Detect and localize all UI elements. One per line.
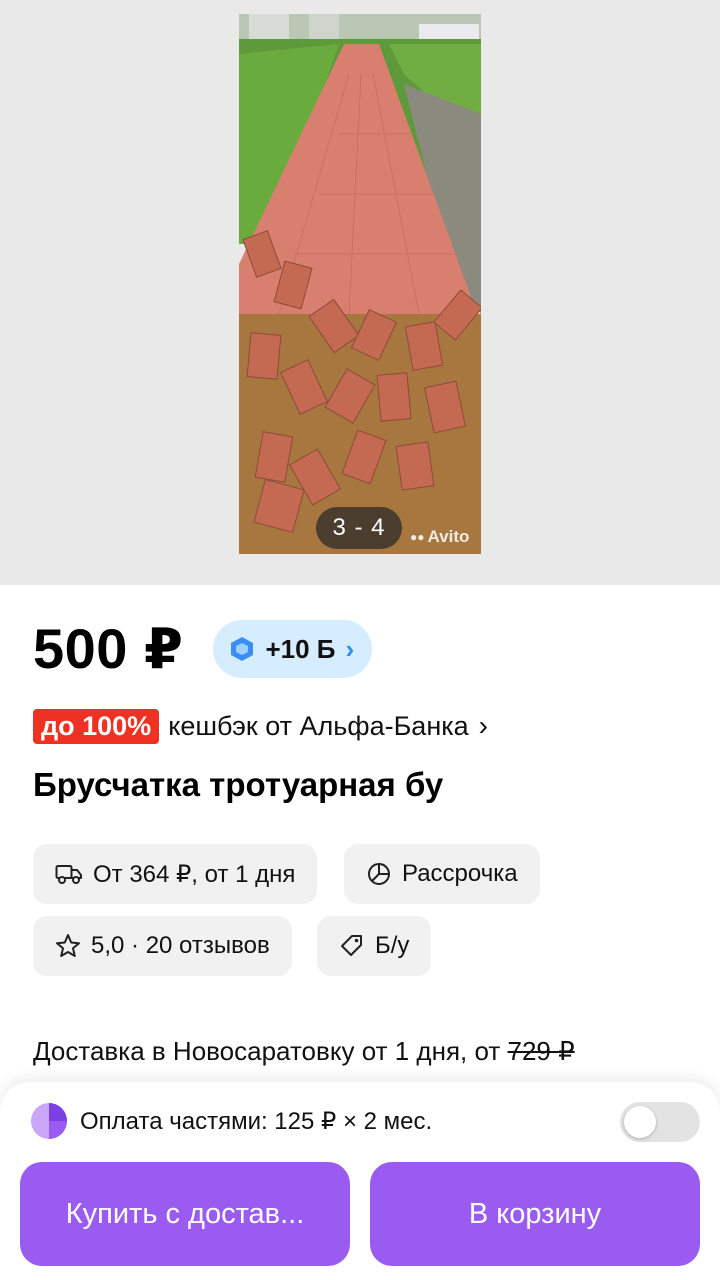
tag-icon — [341, 935, 362, 956]
price-row: 500 ₽ +10 Б › — [33, 612, 373, 686]
rating-chip-label: 5,0 · 20 отзывов — [91, 932, 270, 959]
cashback-link[interactable]: до 100% кешбэк от Альфа-Банка › — [33, 706, 488, 746]
listing-photo[interactable] — [239, 14, 481, 554]
bonus-hex-icon — [231, 637, 254, 661]
installment-chip-label: Рассрочка — [402, 860, 518, 887]
delivery-info: Доставка в Новосаратовку от 1 дня, от 72… — [33, 1036, 575, 1066]
pie-chart-icon — [368, 863, 390, 885]
truck-icon — [55, 865, 82, 884]
installment-chip[interactable]: Рассрочка — [344, 844, 540, 904]
listing-title: Брусчатка тротуарная бу — [33, 766, 444, 803]
delivery-chip[interactable]: От 364 ₽, от 1 дня — [33, 844, 318, 904]
photo-gallery[interactable]: 3 - 4 ●● Avito — [0, 0, 720, 585]
buy-with-delivery-button[interactable]: Купить с достав... — [20, 1162, 350, 1266]
rating-chip[interactable]: 5,0 · 20 отзывов — [33, 916, 292, 976]
chevron-right-icon: › — [345, 633, 355, 664]
condition-chip[interactable]: Б/у — [317, 916, 432, 976]
toggle-knob — [624, 1106, 656, 1138]
purchase-panel: Оплата частями: 125 ₽ × 2 мес. Купить с … — [0, 1082, 720, 1280]
delivery-chip-label: От 364 ₽, от 1 дня — [93, 860, 296, 888]
cashback-text: кешбэк от Альфа-Банка — [168, 710, 469, 741]
price: 500 ₽ — [33, 617, 184, 680]
cashback-badge: до 100% — [33, 708, 160, 744]
installment-toggle[interactable] — [620, 1102, 700, 1142]
add-to-cart-button[interactable]: В корзину — [370, 1162, 700, 1266]
installment-text: Оплата частями: 125 ₽ × 2 мес. — [80, 1107, 433, 1135]
chevron-right-icon: › — [478, 710, 488, 741]
photo-counter: 3 - 4 — [316, 507, 402, 549]
condition-chip-label: Б/у — [375, 932, 410, 959]
installment-pie-icon — [31, 1103, 67, 1139]
avito-watermark: ●● Avito — [410, 527, 470, 546]
bonus-label: +10 Б — [265, 633, 336, 664]
star-icon — [56, 934, 80, 957]
old-delivery-price: 729 ₽ — [507, 1036, 575, 1066]
bonus-button[interactable]: +10 Б › — [213, 620, 373, 678]
installment-row: Оплата частями: 125 ₽ × 2 мес. — [30, 1102, 432, 1140]
